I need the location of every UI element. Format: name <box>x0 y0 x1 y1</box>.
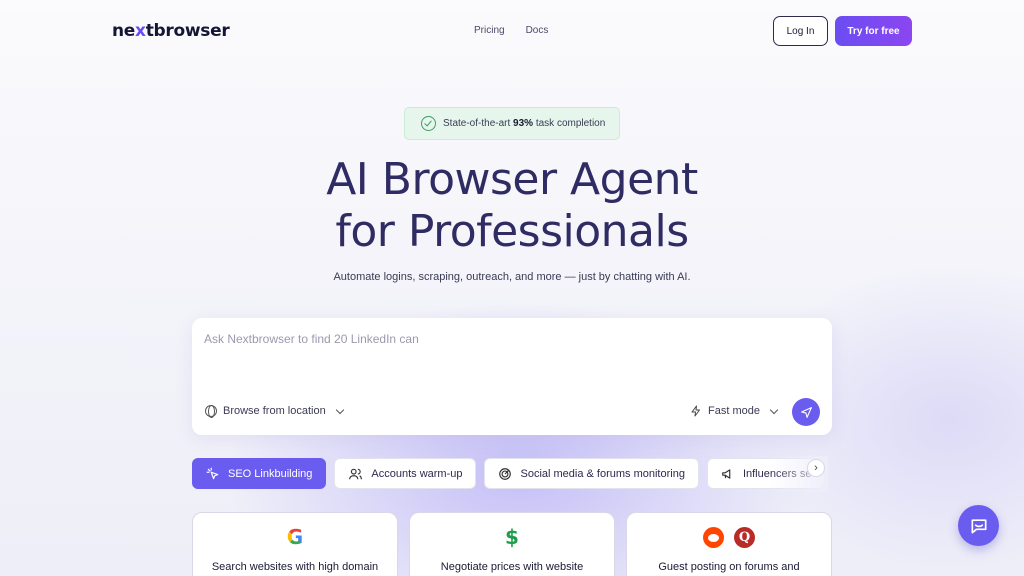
browse-location-dropdown[interactable]: Browse from location <box>205 405 344 418</box>
badge-text: State-of-the-art 93% task completion <box>443 118 606 129</box>
mode-dropdown[interactable]: Fast mode <box>690 405 779 417</box>
chip-accounts-warm-up[interactable]: Accounts warm-up <box>334 458 477 489</box>
chevron-right-icon: › <box>814 462 818 474</box>
hero-title-line2: for Professionals <box>335 206 689 257</box>
badge-value: 93% <box>513 118 534 129</box>
radar-icon <box>499 467 512 480</box>
logo-text-pre: ne <box>112 21 136 41</box>
nav-docs[interactable]: Docs <box>526 25 549 36</box>
use-case-card[interactable]: Q Guest posting on forums and <box>626 512 832 576</box>
chevron-down-icon <box>769 405 779 414</box>
page: nextbrowser Pricing Docs Log In Try for … <box>0 0 1024 576</box>
chip-label: Social media & forums monitoring <box>520 467 685 480</box>
chat-widget-button[interactable] <box>958 505 999 546</box>
use-case-card[interactable]: G Search websites with high domain <box>192 512 398 576</box>
use-case-card[interactable]: $ Negotiate prices with website <box>409 512 615 576</box>
prompt-input[interactable] <box>204 332 804 346</box>
users-icon <box>349 468 363 479</box>
chat-bubble-icon <box>971 518 986 533</box>
prompt-box: Browse from location Fast mode <box>192 318 832 435</box>
cursor-click-icon <box>206 467 219 479</box>
check-circle-icon <box>421 116 436 131</box>
megaphone-icon <box>722 468 731 479</box>
bolt-icon <box>691 405 700 417</box>
chip-label: Accounts warm-up <box>371 467 463 480</box>
logo[interactable]: nextbrowser <box>112 21 230 41</box>
top-nav: Pricing Docs <box>474 25 548 36</box>
dollar-icon: $ <box>505 525 519 549</box>
logo-text-x: x <box>135 21 146 41</box>
browse-location-label: Browse from location <box>223 405 326 417</box>
card-text: Guest posting on forums and <box>658 561 800 573</box>
google-icon: G <box>286 525 304 549</box>
chip-label: SEO Linkbuilding <box>228 467 313 480</box>
mode-label: Fast mode <box>708 405 760 417</box>
logo-text-post: tbrowser <box>145 21 230 41</box>
chip-social-media-monitoring[interactable]: Social media & forums monitoring <box>484 458 699 489</box>
quora-icon: Q <box>734 527 755 548</box>
use-case-chips: SEO Linkbuilding Accounts warm-up Social… <box>192 458 828 489</box>
chip-seo-linkbuilding[interactable]: SEO Linkbuilding <box>192 458 327 489</box>
completion-badge: State-of-the-art 93% task completion <box>404 107 620 140</box>
chips-next-button[interactable]: › <box>807 459 825 477</box>
hero-title-line1: AI Browser Agent <box>326 154 698 205</box>
card-text: Negotiate prices with website <box>440 561 584 573</box>
try-for-free-button[interactable]: Try for free <box>835 16 912 46</box>
nav-pricing[interactable]: Pricing <box>474 25 505 36</box>
send-button[interactable] <box>792 398 820 426</box>
login-button[interactable]: Log In <box>773 16 828 46</box>
card-text: Search websites with high domain <box>211 561 379 573</box>
chevron-down-icon <box>335 405 344 414</box>
send-icon <box>800 406 812 418</box>
hero-subtitle: Automate logins, scraping, outreach, and… <box>333 271 691 283</box>
reddit-icon <box>703 527 724 548</box>
globe-icon <box>205 405 217 418</box>
chip-label: Influencers se <box>742 467 812 480</box>
